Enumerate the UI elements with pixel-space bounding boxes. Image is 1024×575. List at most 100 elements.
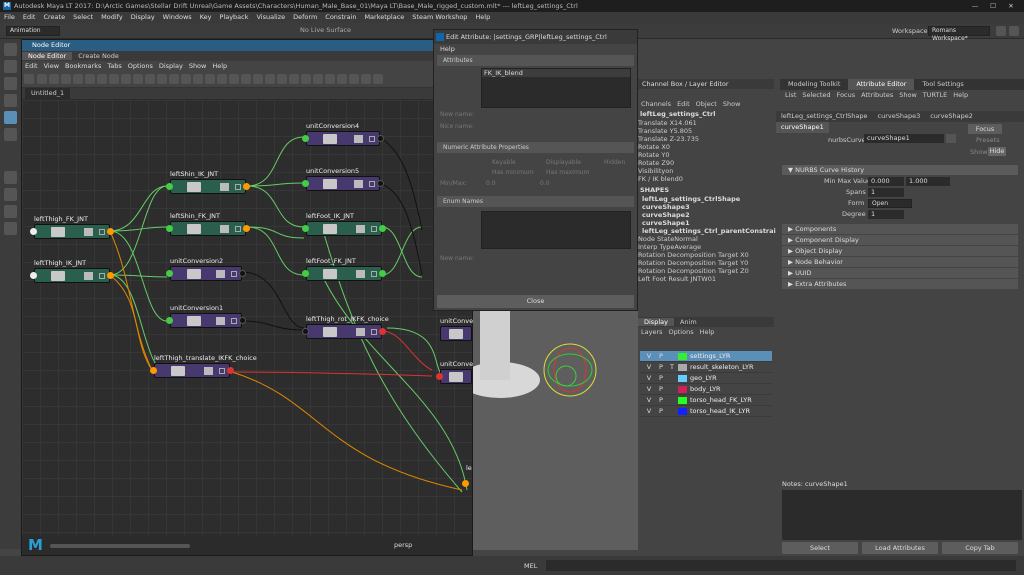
node-leftThigh-FK-JNT[interactable] — [34, 224, 110, 239]
ne-tool-icon[interactable] — [133, 74, 143, 84]
ne-tool-icon[interactable] — [277, 74, 287, 84]
enum-list[interactable] — [481, 211, 631, 249]
ne-tool-icon[interactable] — [193, 74, 203, 84]
tab-tool-settings[interactable]: Tool Settings — [914, 79, 971, 90]
node-unitConversion-partial[interactable] — [440, 369, 472, 384]
ae-section-header[interactable]: ▶ Extra Attributes — [782, 279, 1018, 289]
input-port[interactable] — [302, 225, 309, 232]
cb-attr-value[interactable]: 5.805 — [674, 127, 693, 135]
node-menu-icon[interactable] — [356, 270, 365, 278]
node-select-icon[interactable] — [946, 134, 956, 143]
playback-toggle[interactable]: P — [656, 384, 666, 395]
ne-menu-tabs[interactable]: Tabs — [104, 62, 124, 70]
ne-tool-icon[interactable] — [349, 74, 359, 84]
close-icon[interactable]: ✕ — [1002, 0, 1020, 12]
visibility-toggle[interactable]: V — [644, 351, 654, 362]
output-port[interactable] — [239, 317, 246, 324]
menu-key[interactable]: Key — [196, 13, 216, 21]
spans-field[interactable]: 1 — [868, 188, 904, 197]
no-live-surface[interactable]: No Live Surface — [300, 26, 351, 34]
output-port[interactable] — [107, 228, 114, 235]
layer-menu-layers[interactable]: Layers — [638, 328, 666, 336]
ne-tool-icon[interactable] — [121, 74, 131, 84]
numeric-props-section[interactable]: Numeric Attribute Properties — [437, 142, 634, 153]
layer-name[interactable]: torso_head_FK_LYR — [690, 395, 752, 406]
ae-section-header[interactable]: ▶ Component Display — [782, 235, 1018, 245]
node-leftShin-FK-JNT[interactable] — [170, 221, 246, 236]
ae-tab[interactable]: curveShape3 — [873, 111, 926, 122]
cb-attr-row[interactable]: Rotation Decomposition Target Y0 — [638, 259, 774, 267]
attribute-list[interactable]: FK_IK_blend — [481, 68, 631, 108]
menu-deform[interactable]: Deform — [289, 13, 321, 21]
ne-tool-icon[interactable] — [289, 74, 299, 84]
ne-tool-icon[interactable] — [229, 74, 239, 84]
node-unitConversion4[interactable] — [306, 131, 380, 146]
rotate-tool-icon[interactable] — [4, 111, 17, 124]
layer-menu-help[interactable]: Help — [697, 328, 718, 336]
ne-tool-icon[interactable] — [157, 74, 167, 84]
output-port[interactable] — [377, 135, 384, 142]
node-graph[interactable]: leftThigh_FK_JNT leftThigh_IK_JNT leftSh… — [22, 100, 473, 555]
ne-tool-icon[interactable] — [373, 74, 383, 84]
node-leftShin-IK-JNT[interactable] — [170, 179, 246, 194]
layer-row[interactable]: V Psettings_LYR — [640, 351, 772, 362]
ae-section-header[interactable]: ▶ Object Display — [782, 246, 1018, 256]
input-port[interactable] — [166, 270, 173, 277]
tab-node-editor[interactable]: Node Editor — [22, 52, 73, 60]
cb-attr-value[interactable]: 0 — [745, 251, 749, 259]
input-port[interactable] — [302, 328, 309, 335]
nurbs-curve-name-field[interactable]: curveShape1 — [864, 134, 944, 143]
input-port[interactable] — [30, 228, 37, 235]
cb-attr-row[interactable]: Interp TypeAverage — [638, 243, 774, 251]
input-port[interactable] — [150, 367, 157, 374]
ae-section-header[interactable]: ▶ Components — [782, 224, 1018, 234]
cb-attr-row[interactable]: Node StateNormal — [638, 235, 774, 243]
cb-attr-value[interactable]: 1 — [712, 275, 716, 283]
ne-tool-icon[interactable] — [61, 74, 71, 84]
cb-shape-item[interactable]: leftLeg_settings_CtrlShape — [638, 195, 774, 203]
node-expand-icon[interactable] — [371, 329, 377, 335]
ne-tool-icon[interactable] — [337, 74, 347, 84]
ne-tool-icon[interactable] — [313, 74, 323, 84]
layout-outliner-icon[interactable] — [4, 222, 17, 235]
playback-toggle[interactable]: P — [656, 351, 666, 362]
tab-attribute-editor[interactable]: Attribute Editor — [848, 79, 915, 90]
command-input[interactable] — [546, 560, 1016, 571]
cb-object-name[interactable]: leftLeg_settings_Ctrl — [638, 109, 774, 119]
cb-attr-row[interactable]: Translate Y5.805 — [638, 127, 774, 135]
input-port[interactable] — [30, 272, 37, 279]
node-expand-icon[interactable] — [99, 229, 105, 235]
output-port[interactable] — [377, 180, 384, 187]
cb-attr-value[interactable]: 14.061 — [674, 119, 697, 127]
layer-row[interactable]: V P Tresult_skeleton_LYR — [640, 362, 772, 373]
cb-attr-value[interactable]: 0 — [679, 175, 683, 183]
layer-row[interactable]: V Pgeo_LYR — [640, 373, 772, 384]
node-menu-icon[interactable] — [220, 225, 229, 233]
node-menu-icon[interactable] — [354, 135, 363, 143]
ne-tool-icon[interactable] — [301, 74, 311, 84]
cb-attr-value[interactable]: 0 — [744, 259, 748, 267]
cb-attr-value[interactable]: 0 — [666, 143, 670, 151]
node-expand-icon[interactable] — [99, 273, 105, 279]
ne-menu-show[interactable]: Show — [186, 62, 210, 70]
node-leftThigh-rot-IKFK-choice[interactable] — [306, 324, 382, 339]
maximize-icon[interactable]: ☐ — [984, 0, 1002, 12]
input-port[interactable] — [462, 480, 469, 487]
max-value-field[interactable]: 1.000 — [906, 177, 950, 186]
menu-constrain[interactable]: Constrain — [321, 13, 360, 21]
node-leftThigh-IK-JNT[interactable] — [34, 268, 110, 283]
visibility-toggle[interactable]: V — [644, 373, 654, 384]
ne-tool-icon[interactable] — [181, 74, 191, 84]
input-port[interactable] — [166, 225, 173, 232]
presets-button[interactable]: Presets — [976, 136, 1000, 144]
ae-section-header[interactable]: ▶ UUID — [782, 268, 1018, 278]
node-expand-icon[interactable] — [235, 226, 241, 232]
nurbs-history-section[interactable]: ▼ NURBS Curve History — [782, 165, 1018, 175]
node-menu-icon[interactable] — [84, 272, 93, 280]
cb-attr-value[interactable]: 90 — [666, 159, 674, 167]
cb-shape-item[interactable]: curveShape1 — [638, 219, 774, 227]
ae-menu-turtle[interactable]: TURTLE — [920, 91, 950, 99]
select-tool-icon[interactable] — [4, 43, 17, 56]
has-maximum-checkbox[interactable]: Has maximum — [546, 169, 589, 176]
displayable-radio[interactable]: Displayable — [546, 159, 581, 166]
